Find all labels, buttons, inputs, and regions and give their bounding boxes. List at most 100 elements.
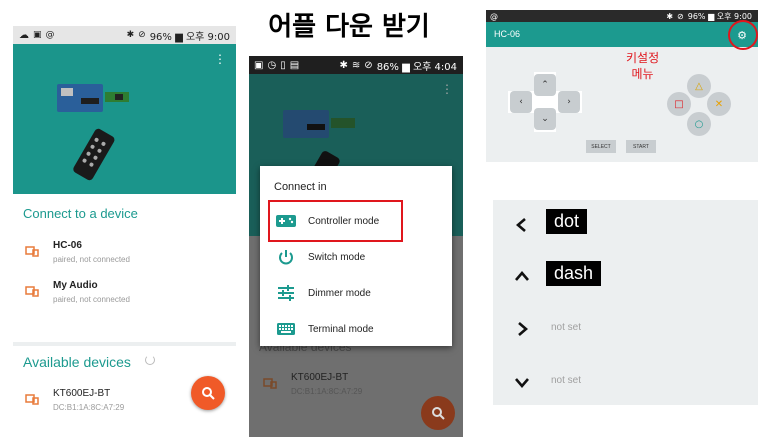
chevron-right-icon [518, 322, 528, 336]
chevron-up-icon: ⌃ [541, 80, 549, 90]
mode-dimmer[interactable]: Dimmer mode [260, 275, 452, 311]
device-row-my-audio[interactable]: My Audio paired, not connected [25, 280, 130, 304]
spinner-icon [145, 355, 155, 365]
chevron-down-icon: ⌄ [541, 114, 549, 124]
status-bar: ☁ ▣ @ ✱ ⊘ 96% ▆ 오후 9:00 [13, 26, 236, 44]
settings-highlight-circle [728, 20, 758, 50]
bluetooth-icon: ✱ [126, 30, 135, 40]
page-title: 어플 다운 받기 [268, 12, 430, 42]
key-label: dot [546, 209, 588, 234]
square-button[interactable]: □ [667, 92, 691, 116]
dialog-title: Connect in [274, 181, 327, 193]
connect-dialog-screen: ▣ ◷ ▯ ▤ ✱ ≋ ⊘ 86% ▆ 오후 4:04 ⋮ Available … [249, 56, 463, 437]
triangle-icon: △ [695, 80, 703, 92]
key-label: not set [551, 322, 582, 333]
device-icon [25, 242, 39, 257]
image-icon: ▣ [254, 59, 264, 71]
document-icon: ▯ [280, 59, 286, 71]
key-label: dash [546, 261, 602, 286]
status-right-text: 86% ▆ 오후 4:04 [376, 61, 457, 73]
available-devices-card: Available devices KT600EJ-BT DC:B1:1A:8C… [13, 346, 236, 425]
device-name: HC-06 [53, 240, 82, 251]
keyboard-icon [276, 320, 296, 338]
controller-screen: @ ✱ ⊘ 96% ▆ 오후 9:00 HC-06 ⚙ 키설정 메뉴 ⌃ ‹ ›… [486, 10, 758, 162]
bg-device-name: KT600EJ-BT [291, 372, 349, 383]
select-button[interactable]: SELECT [586, 140, 616, 153]
cloud-icon: ☁ [19, 29, 29, 41]
cross-icon: ✕ [714, 98, 724, 110]
app-bar: HC-06 ⚙ [486, 22, 758, 47]
dpad: ⌃ ‹ › ⌄ [508, 72, 582, 132]
key-row-up[interactable]: dash [493, 252, 758, 302]
device-list-screen: ☁ ▣ @ ✱ ⊘ 96% ▆ 오후 9:00 ⋮ Connect to a d… [13, 26, 236, 425]
chevron-left-icon [516, 218, 526, 232]
cross-button[interactable]: ✕ [707, 92, 731, 116]
sliders-icon [276, 284, 296, 302]
bluetooth-icon: ✱ [666, 11, 674, 21]
chevron-up-icon [515, 271, 529, 281]
device-status: paired, not connected [53, 255, 130, 264]
status-bar: @ ✱ ⊘ 96% ▆ 오후 9:00 [486, 10, 758, 22]
overflow-menu-icon: ⋮ [441, 82, 453, 96]
key-row-down[interactable]: not set [493, 357, 758, 405]
nosound-icon: ⊘ [138, 30, 146, 40]
nosound-icon: ⊘ [364, 59, 373, 71]
annotation-line-1: 키설정 [626, 51, 660, 65]
hero-banner: ⋮ [13, 44, 236, 194]
device-address: DC:B1:1A:8C:A7:29 [53, 403, 125, 412]
device-name: KT600EJ-BT [53, 388, 111, 399]
section-title-available: Available devices [23, 354, 131, 370]
nosound-icon: ⊘ [677, 11, 684, 21]
controller-mode-highlight [268, 200, 403, 242]
device-row-kt600ej[interactable]: KT600EJ-BT DC:B1:1A:8C:A7:29 [25, 388, 124, 412]
mode-label: Switch mode [308, 251, 366, 263]
key-label: not set [551, 375, 582, 386]
settings-annotation: 키설정 메뉴 [626, 50, 659, 82]
dpad-up-button[interactable]: ⌃ [534, 74, 556, 96]
at-icon: @ [490, 11, 498, 21]
at-icon: @ [45, 30, 55, 40]
device-row-hc06[interactable]: HC-06 paired, not connected [25, 240, 130, 264]
power-icon [276, 248, 296, 266]
mode-terminal[interactable]: Terminal mode [260, 311, 452, 347]
image-icon: ▣ [33, 30, 42, 40]
key-settings-screen: dot dash not set not set [493, 200, 758, 405]
mode-label: Terminal mode [308, 323, 374, 335]
device-icon [263, 374, 277, 393]
arduino-illustration [57, 84, 129, 181]
bag-icon: ▤ [289, 59, 300, 71]
chevron-down-icon [515, 378, 529, 388]
dpad-down-button[interactable]: ⌄ [534, 108, 556, 130]
status-right-text: 96% ▆ 오후 9:00 [149, 31, 230, 43]
dpad-right-button[interactable]: › [558, 91, 580, 113]
bg-device-address: DC:B1:1A:8C:A7:29 [291, 387, 363, 396]
device-icon [25, 390, 39, 405]
circle-button[interactable]: ○ [687, 112, 711, 136]
alarm-icon: ◷ [267, 59, 277, 71]
device-status: paired, not connected [53, 295, 130, 304]
search-fab-dimmed [421, 396, 455, 430]
dpad-left-button[interactable]: ‹ [510, 91, 532, 113]
triangle-button[interactable]: △ [687, 74, 711, 98]
app-title: HC-06 [494, 29, 521, 39]
device-name: My Audio [53, 280, 98, 291]
annotation-line-2: 메뉴 [631, 67, 654, 81]
search-fab[interactable] [191, 376, 225, 410]
search-icon [202, 387, 215, 400]
connect-mode-dialog: Connect in Controller mode Switch mode D… [260, 166, 452, 346]
start-button[interactable]: START [626, 140, 656, 153]
bluetooth-icon: ✱ [339, 59, 348, 71]
mode-switch[interactable]: Switch mode [260, 239, 452, 275]
paired-devices-card: Connect to a device HC-06 paired, not co… [13, 194, 236, 342]
wifi-icon: ≋ [351, 59, 361, 71]
search-icon [432, 407, 445, 420]
circle-icon: ○ [694, 118, 704, 130]
key-row-left[interactable]: dot [493, 200, 758, 250]
device-icon [25, 282, 39, 297]
key-row-right[interactable]: not set [493, 304, 758, 354]
status-bar: ▣ ◷ ▯ ▤ ✱ ≋ ⊘ 86% ▆ 오후 4:04 [249, 56, 463, 74]
mode-label: Dimmer mode [308, 287, 371, 299]
overflow-menu-icon[interactable]: ⋮ [214, 52, 226, 66]
chevron-left-icon: ‹ [519, 97, 523, 107]
square-icon: □ [674, 98, 684, 110]
